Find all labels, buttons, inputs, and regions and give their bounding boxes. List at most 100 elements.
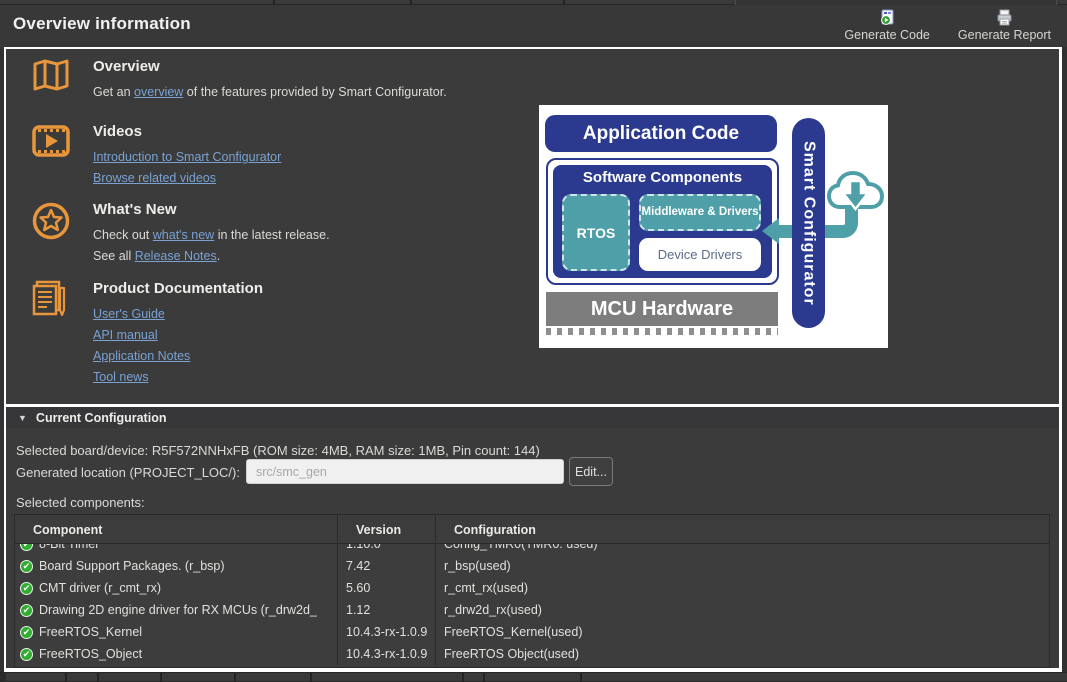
whats-new-line1-before: Check out [93,228,153,242]
doc-link-tool-news[interactable]: Tool news [93,367,263,388]
overview-panel: Overview Get an overview of the features… [6,49,1059,404]
selected-board-device-text: Selected board/device: R5F572NNHxFB (ROM… [16,443,540,458]
column-header-component[interactable]: Component [15,515,337,544]
table-row[interactable]: ✔ 8-Bit Timer 1.10.0 Config_TMR0(TMR0: us… [15,544,1049,555]
component-name: Board Support Packages. (r_bsp) [39,559,225,573]
component-version: 7.42 [337,555,435,577]
component-name: Drawing 2D engine driver for RX MCUs (r_… [39,603,317,617]
whats-new-link[interactable]: what's new [153,228,214,242]
diagram-device-drivers-box: Device Drivers [639,238,761,271]
doc-link-application-notes[interactable]: Application Notes [93,346,263,367]
component-configuration: FreeRTOS Object(used) [435,643,1049,665]
component-name: FreeRTOS_Object [39,647,142,661]
column-header-configuration[interactable]: Configuration [435,515,1049,544]
component-name: FreeRTOS_Kernel [39,625,142,639]
component-configuration: Config_TMR0(TMR0: used) [435,544,1049,555]
diagram-rtos-box: RTOS [562,194,630,271]
diagram-middleware-box: Middleware & Drivers [639,194,761,231]
components-table: Component Version Configuration ✔ 8-Bit T… [14,514,1050,668]
table-row[interactable]: ✔ FreeRTOS_Object 10.4.3-rx-1.0.9 FreeRTO… [15,643,1049,665]
overview-text-before: Get an [93,85,134,99]
check-icon: ✔ [20,544,33,551]
component-configuration: r_cmt_rx(used) [435,577,1049,599]
component-version: 1.10.0 [337,544,435,555]
components-table-body: ✔ 8-Bit Timer 1.10.0 Config_TMR0(TMR0: us… [15,544,1049,665]
diagram-application-code: Application Code [545,115,777,152]
generate-code-label: Generate Code [844,28,929,42]
doc-link-users-guide[interactable]: User's Guide [93,304,263,325]
component-configuration: FreeRTOS_Kernel(used) [435,621,1049,643]
current-configuration-panel: ▼ Current Configuration Selected board/d… [6,407,1059,668]
check-icon: ✔ [20,560,33,573]
table-row[interactable]: ✔FreeRTOS_Kernel 10.4.3-rx-1.0.9 FreeRTO… [15,621,1049,643]
diagram-software-components-box: Software Components RTOS Middleware & Dr… [553,165,772,278]
whats-new-line2-after: . [217,249,220,263]
smart-configurator-window: Overview information Generate Code [0,0,1067,681]
map-icon [30,58,72,94]
doc-link-api-manual[interactable]: API manual [93,325,263,346]
component-version: 10.4.3-rx-1.0.9 [337,621,435,643]
table-row[interactable]: ✔ Drawing 2D engine driver for RX MCUs (r… [15,599,1049,621]
collapse-triangle-icon: ▼ [18,413,27,423]
star-badge-icon [30,201,72,241]
header-toolbar: Generate Code Generate Report [838,7,1057,47]
table-row[interactable]: ✔ CMT driver (r_cmt_rx) 5.60 r_cmt_rx(use… [15,577,1049,599]
current-configuration-title: Current Configuration [36,411,167,425]
whats-new-line1: Check out what's new in the latest relea… [93,225,330,246]
component-version: 5.60 [337,577,435,599]
diagram-software-components-title: Software Components [553,169,772,186]
diagram-mcu-hardware: MCU Hardware [546,292,778,326]
generate-report-icon [996,9,1013,26]
diagram-software-components-outer: Software Components RTOS Middleware & Dr… [546,158,779,285]
generated-location-input[interactable] [246,459,564,484]
generated-location-label: Generated location (PROJECT_LOC/): [16,465,240,480]
table-row[interactable]: ✔Board Support Packages. (r_bsp) 7.42 r_… [15,555,1049,577]
diagram-arrow-head [762,218,779,244]
video-link-introduction[interactable]: Introduction to Smart Configurator [93,147,281,168]
current-configuration-header[interactable]: ▼ Current Configuration [6,407,1059,428]
documents-icon [30,280,72,324]
videos-heading: Videos [93,123,281,140]
whats-new-section: What's New Check out what's new in the l… [30,201,330,267]
component-version: 10.4.3-rx-1.0.9 [337,643,435,665]
product-documentation-section: Product Documentation User's Guide API m… [30,280,263,388]
product-documentation-heading: Product Documentation [93,280,263,297]
generate-code-button[interactable]: Generate Code [838,7,935,47]
whats-new-line2-before: See all [93,249,135,263]
cloud-download-icon [827,169,885,217]
page-title: Overview information [13,14,191,34]
videos-section: Videos Introduction to Smart Configurato… [30,123,281,189]
edit-button[interactable]: Edit... [569,457,613,486]
generate-report-button[interactable]: Generate Report [952,7,1057,47]
check-icon: ✔ [20,648,33,661]
editor-header: Overview information Generate Code [0,5,1067,47]
component-configuration: r_drw2d_rx(used) [435,599,1049,621]
overview-link[interactable]: overview [134,85,183,99]
overview-heading: Overview [93,58,447,75]
generate-report-label: Generate Report [958,28,1051,42]
video-link-browse[interactable]: Browse related videos [93,168,281,189]
component-name: CMT driver (r_cmt_rx) [39,581,161,595]
diagram-mcu-pins [546,328,778,335]
bottom-tab-strip-sliver [0,672,1067,681]
whats-new-line1-after: in the latest release. [214,228,329,242]
whats-new-line2: See all Release Notes. [93,246,330,267]
check-icon: ✔ [20,582,33,595]
components-table-header: Component Version Configuration [15,515,1049,544]
overview-text: Get an overview of the features provided… [93,82,447,103]
release-notes-link[interactable]: Release Notes [135,249,217,263]
column-header-version[interactable]: Version [337,515,435,544]
component-name: 8-Bit Timer [39,544,99,551]
content-frame: Overview Get an overview of the features… [4,47,1062,672]
whats-new-heading: What's New [93,201,330,218]
selected-components-label: Selected components: [16,495,145,510]
diagram-smart-configurator-pill: Smart Configurator [792,118,825,328]
generate-code-icon [879,9,896,26]
overview-text-after: of the features provided by Smart Config… [183,85,446,99]
overview-section: Overview Get an overview of the features… [30,58,447,103]
video-icon [30,123,72,159]
architecture-diagram: Application Code Software Components RTO… [539,105,888,348]
component-version: 1.12 [337,599,435,621]
check-icon: ✔ [20,604,33,617]
diagram-smart-configurator-label: Smart Configurator [800,141,818,306]
